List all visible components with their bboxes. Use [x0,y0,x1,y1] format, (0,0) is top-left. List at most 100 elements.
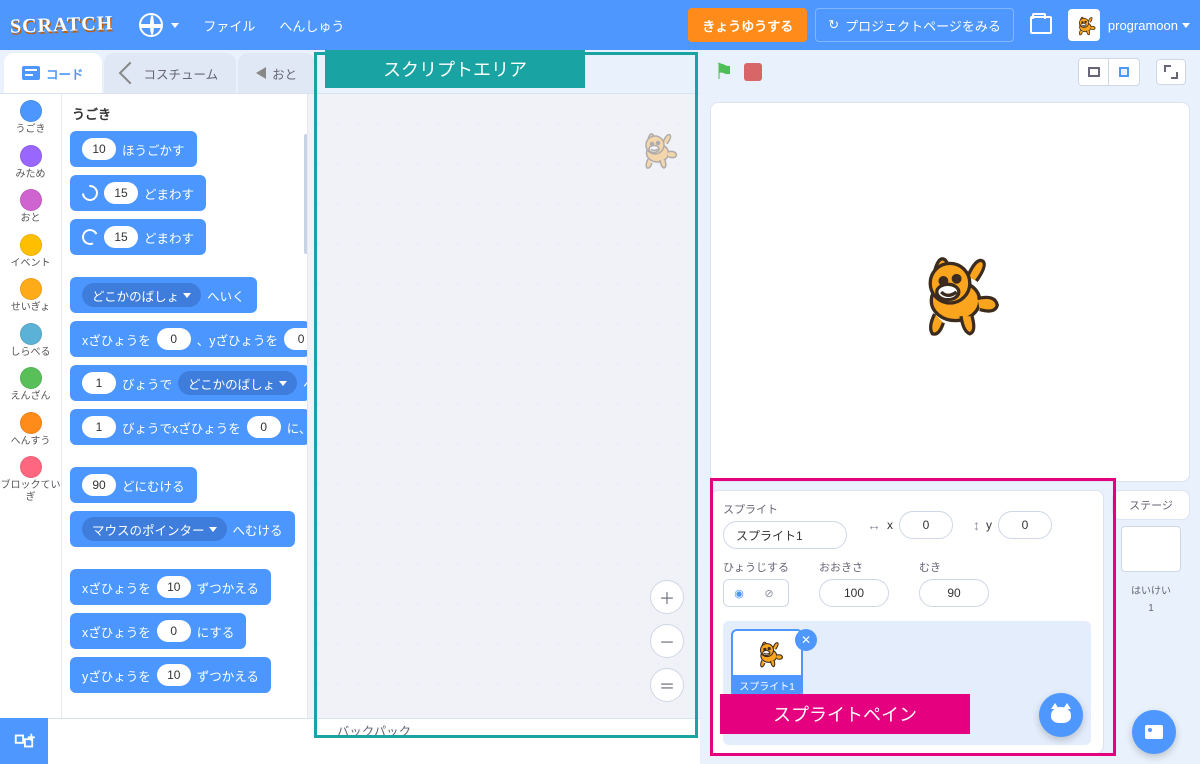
language-menu[interactable] [127,0,191,50]
category-イベント[interactable]: イベント [0,234,61,270]
zoom-in-button[interactable]: ＋ [650,580,684,614]
block-set-x[interactable]: xざひょうを0にする [70,613,246,649]
category-dot-icon [20,412,42,434]
show-sprite-button[interactable] [724,580,754,606]
change-x-value[interactable]: 10 [157,576,191,598]
category-label: せいぎょ [0,302,61,314]
scratch-logo[interactable]: SCRATCH [10,12,114,39]
block-move-steps[interactable]: 10ほうごかす [70,131,197,167]
see-project-page-button[interactable]: プロジェクトページをみる [815,8,1014,42]
glide-target-dropdown[interactable]: どこかのばしょ [178,371,297,395]
edit-menu[interactable]: へんしゅう [267,0,356,50]
category-おと[interactable]: おと [0,189,61,225]
tab-code[interactable]: コード [4,53,102,93]
globe-icon [139,13,163,37]
point-toward-dropdown[interactable]: マウスのポインター [82,517,227,541]
block-text: に、yざひょうを [287,418,308,437]
delete-sprite-button[interactable]: ✕ [795,629,817,651]
block-change-y[interactable]: yざひょうを 10 ずつかえる [70,657,271,693]
category-dot-icon [20,234,42,256]
category-みため[interactable]: みため [0,145,61,181]
glide-secs-value[interactable]: 1 [82,372,116,394]
category-へんすう[interactable]: へんすう [0,412,61,448]
picture-icon [1145,725,1163,739]
chevron-down-icon [183,293,191,298]
stage-thumbnail[interactable] [1121,526,1181,572]
sprite-watermark-icon [630,124,680,174]
category-dot-icon [20,278,42,300]
category-うごき[interactable]: うごき [0,100,61,136]
my-stuff-icon[interactable] [1030,16,1052,34]
stage-large-button[interactable] [1109,59,1139,85]
tab-sounds[interactable]: おと [238,53,315,93]
stage[interactable] [710,102,1190,482]
set-x-value[interactable]: 0 [157,620,191,642]
sprite-card[interactable]: スプライト1 [731,629,803,698]
tab-costumes[interactable]: コスチューム [104,53,237,93]
hide-sprite-button[interactable] [754,580,784,606]
category-label: イベント [0,258,61,270]
block-text: yざひょうを [82,666,151,685]
eye-off-icon [764,587,773,600]
sprite-direction-input[interactable] [919,579,989,607]
script-area[interactable]: ＋ － ＝ [308,94,700,718]
block-change-x[interactable]: xざひょうを10ずつかえる [70,569,271,605]
block-turn-cw[interactable]: 15どまわす [70,175,206,211]
add-extension-button[interactable] [0,718,48,764]
fullscreen-icon [1164,65,1178,79]
stage-small-button[interactable] [1079,59,1109,85]
category-label: みため [0,169,61,181]
goto-y-value[interactable]: 0 [284,328,308,350]
block-text: へいく [207,286,245,305]
block-turn-ccw[interactable]: 15どまわす [70,219,206,255]
green-flag-button[interactable]: ⚑ [714,59,734,85]
sprite-y-input[interactable] [998,511,1052,539]
large-stage-icon [1119,67,1129,77]
visibility-label: ひょうじする [723,559,789,575]
rotate-ccw-icon [80,227,101,248]
change-y-value[interactable]: 10 [157,664,191,686]
brush-icon [118,62,141,85]
block-glide-xy[interactable]: 1びょうでxざひょうを0に、yざひょうを [70,409,308,445]
turn-ccw-value[interactable]: 15 [104,226,138,248]
category-しらべる[interactable]: しらべる [0,323,61,359]
chevron-down-icon [209,527,217,532]
share-button[interactable]: きょうゆうする [688,8,807,42]
visibility-toggle [723,579,789,607]
move-steps-value[interactable]: 10 [82,138,116,160]
goto-x-value[interactable]: 0 [157,328,191,350]
sprite-name-input[interactable] [723,521,847,549]
block-goto-xy[interactable]: xざひょうを0、yざひょうを0にする [70,321,308,357]
turn-cw-value[interactable]: 15 [104,182,138,204]
account-menu[interactable]: programoon [1108,18,1190,33]
arrows-vertical-icon [973,517,980,533]
backpack-toggle[interactable]: バックパック [48,718,700,744]
category-label: ブロックていぎ [0,480,61,503]
zoom-out-button[interactable]: － [650,624,684,658]
goto-target-dropdown[interactable]: どこかのばしょ [82,283,201,307]
zoom-reset-button[interactable]: ＝ [650,668,684,702]
add-sprite-button[interactable] [1039,693,1083,737]
category-dot-icon [20,145,42,167]
glide-xy-x-value[interactable]: 0 [247,416,281,438]
block-point-dir[interactable]: 90どにむける [70,467,197,503]
loop-icon [828,17,839,33]
category-dot-icon [20,456,42,478]
sprite-on-stage[interactable] [895,237,1005,347]
stop-button[interactable] [744,63,762,81]
sprite-size-input[interactable] [819,579,889,607]
category-えんざん[interactable]: えんざん [0,367,61,403]
block-point-toward[interactable]: マウスのポインターへむける [70,511,295,547]
file-menu[interactable]: ファイル [191,0,267,50]
point-dir-value[interactable]: 90 [82,474,116,496]
category-ブロックていぎ[interactable]: ブロックていぎ [0,456,61,503]
block-text: ずつかえる [197,666,259,685]
category-せいぎょ[interactable]: せいぎょ [0,278,61,314]
block-goto[interactable]: どこかのばしょへいく [70,277,257,313]
fullscreen-button[interactable] [1156,59,1186,85]
avatar[interactable] [1068,9,1100,41]
glide-xy-secs-value[interactable]: 1 [82,416,116,438]
sprite-x-input[interactable] [899,511,953,539]
add-backdrop-button[interactable] [1132,710,1176,754]
block-glide[interactable]: 1びょうでどこかのばしょへいく [70,365,308,401]
